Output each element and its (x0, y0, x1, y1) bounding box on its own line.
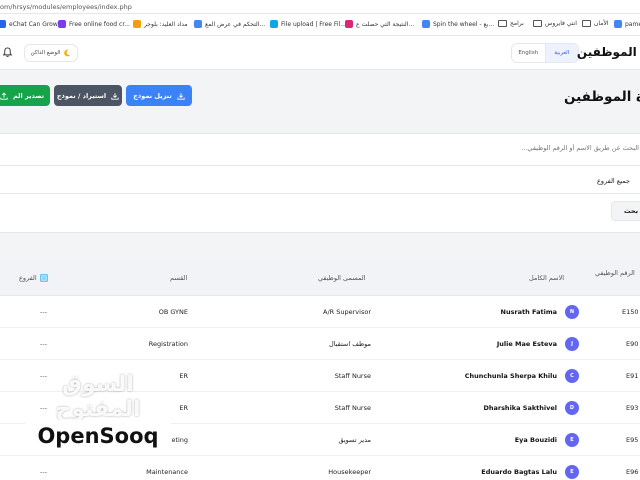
cell-title: Housekeeper (328, 468, 371, 476)
download-icon (111, 92, 119, 100)
google-icon (614, 20, 622, 28)
table-row[interactable]: E90 J Julie Mae Esteva موظف استقبال Regi… (0, 328, 640, 360)
avatar: E (565, 433, 579, 447)
cell-dept: ER (179, 404, 188, 412)
cell-empno: E90 (626, 340, 639, 348)
download-template-label: تنزيل نموذج (133, 91, 172, 100)
app-header: الوضع الداكن English العربية ة الموظفين (0, 36, 640, 70)
watermark-english: OpenSooq (24, 420, 172, 452)
bookmark-item[interactable]: مداد العليد: بلوجر (133, 20, 188, 28)
cell-title: Staff Nurse (334, 372, 371, 380)
upload-icon (0, 91, 8, 100)
bookmark-item[interactable]: النتيجة التي حصلت ع... (345, 20, 414, 28)
cell-name[interactable]: Julie Mae Esteva (497, 340, 557, 348)
page-icon (133, 20, 141, 28)
cell-branches: --- (40, 468, 48, 476)
page-icon (345, 20, 353, 28)
app-title: ة الموظفين (576, 45, 640, 59)
import-label: استيراد / نموذج (56, 91, 107, 100)
avatar: N (565, 305, 579, 319)
bookmark-item[interactable]: File upload | Free Fil... (270, 20, 346, 28)
cell-name[interactable]: Dharshika Sakthivel (483, 404, 557, 412)
cell-branches: --- (40, 308, 48, 316)
avatar: J (565, 337, 579, 351)
download-template-button[interactable]: تنزيل نموذج (126, 85, 192, 106)
page-icon (270, 20, 278, 28)
cell-dept: OB GYNE (158, 308, 188, 316)
folder-icon (533, 20, 542, 27)
google-icon (194, 20, 202, 28)
cell-empno: E93 (626, 404, 639, 412)
bookmark-item[interactable]: Spin the wheel - بع... (422, 20, 494, 28)
cell-empno: E91 (626, 372, 639, 380)
search-button[interactable]: بحث (611, 201, 640, 221)
search-input[interactable] (0, 138, 640, 158)
bird-icon (58, 20, 66, 28)
url-text: om/hrsys/modules/employees/index.php (0, 3, 132, 11)
lang-english-button[interactable]: English (512, 44, 545, 62)
page-icon (0, 20, 6, 28)
cell-dept: ER (179, 372, 188, 380)
cell-empno: E96 (626, 468, 639, 476)
export-button[interactable]: تصدير الم (0, 85, 50, 106)
building-icon (40, 274, 48, 282)
filter-card: جميع الفروع بحث (0, 133, 640, 233)
language-switcher: English العربية (511, 43, 579, 63)
bookmark-folder[interactable]: الأمان (582, 20, 609, 27)
browser-url-bar[interactable]: om/hrsys/modules/employees/index.php (0, 0, 640, 14)
folder-icon (582, 20, 591, 27)
cell-branches: --- (40, 340, 48, 348)
watermark-arabic: السوق المفتوح (55, 372, 141, 422)
import-button[interactable]: استيراد / نموذج (54, 85, 122, 106)
avatar: D (565, 401, 579, 415)
lang-arabic-button[interactable]: العربية (544, 44, 578, 62)
cell-title: موظف استقبال (329, 340, 371, 348)
moon-icon (64, 49, 71, 57)
google-icon (422, 20, 430, 28)
branch-select[interactable]: جميع الفروع (597, 177, 630, 185)
page-title: ة الموظفين (564, 89, 640, 105)
cell-empno: E150 (622, 308, 639, 316)
header-name[interactable]: الاسم الكامل (529, 274, 564, 282)
download-icon (177, 92, 185, 100)
cell-name[interactable]: Eya Bouzidi (515, 436, 557, 444)
cell-name[interactable]: Nusrath Fatima (501, 308, 557, 316)
folder-icon (498, 20, 507, 27)
table-row[interactable]: E150 N Nusrath Fatima A/R Supervisor OB … (0, 296, 640, 328)
bookmark-item[interactable]: Free online food cr... (58, 20, 130, 28)
cell-title: Staff Nurse (334, 404, 371, 412)
dark-mode-toggle[interactable]: الوضع الداكن (24, 44, 78, 62)
opensooq-watermark: السوق المفتوح OpenSooq (24, 372, 172, 454)
cell-empno: E95 (626, 436, 639, 444)
cell-dept: Maintenance (146, 468, 188, 476)
cell-title: مدير تسويق (338, 436, 371, 444)
bookmarks-bar: eChat Can Grow... Free online food cr...… (0, 14, 640, 36)
cell-dept: Registration (148, 340, 188, 348)
cell-name[interactable]: Eduardo Bagtas Lalu (481, 468, 557, 476)
divider (0, 165, 640, 166)
header-empno[interactable]: الرقم الوظيفي (595, 268, 639, 278)
bookmark-item[interactable]: pame (614, 20, 640, 28)
bookmark-folder[interactable]: برامج (498, 20, 524, 27)
dark-mode-label: الوضع الداكن (30, 50, 61, 56)
header-dept[interactable]: القسم (170, 274, 187, 282)
avatar: C (565, 369, 579, 383)
cell-name[interactable]: Chunchunla Sherpa Khilu (465, 372, 557, 380)
bell-icon[interactable] (2, 47, 13, 58)
export-label: تصدير الم (12, 91, 45, 100)
header-title[interactable]: المسمى الوظيفي (318, 274, 366, 282)
header-branches[interactable]: الفروع (19, 274, 48, 282)
bookmark-folder[interactable]: انتي فايروس (533, 20, 577, 27)
table-header: الرقم الوظيفي الاسم الكامل المسمى الوظيف… (0, 260, 640, 296)
bookmark-item[interactable]: التحكم في عرض المع... (194, 20, 265, 28)
avatar: E (565, 465, 579, 479)
bookmark-item[interactable]: eChat Can Grow... (0, 20, 63, 28)
cell-title: A/R Supervisor (323, 308, 371, 316)
table-row[interactable]: E96 E Eduardo Bagtas Lalu Housekeeper Ma… (0, 456, 640, 480)
divider (0, 193, 640, 194)
